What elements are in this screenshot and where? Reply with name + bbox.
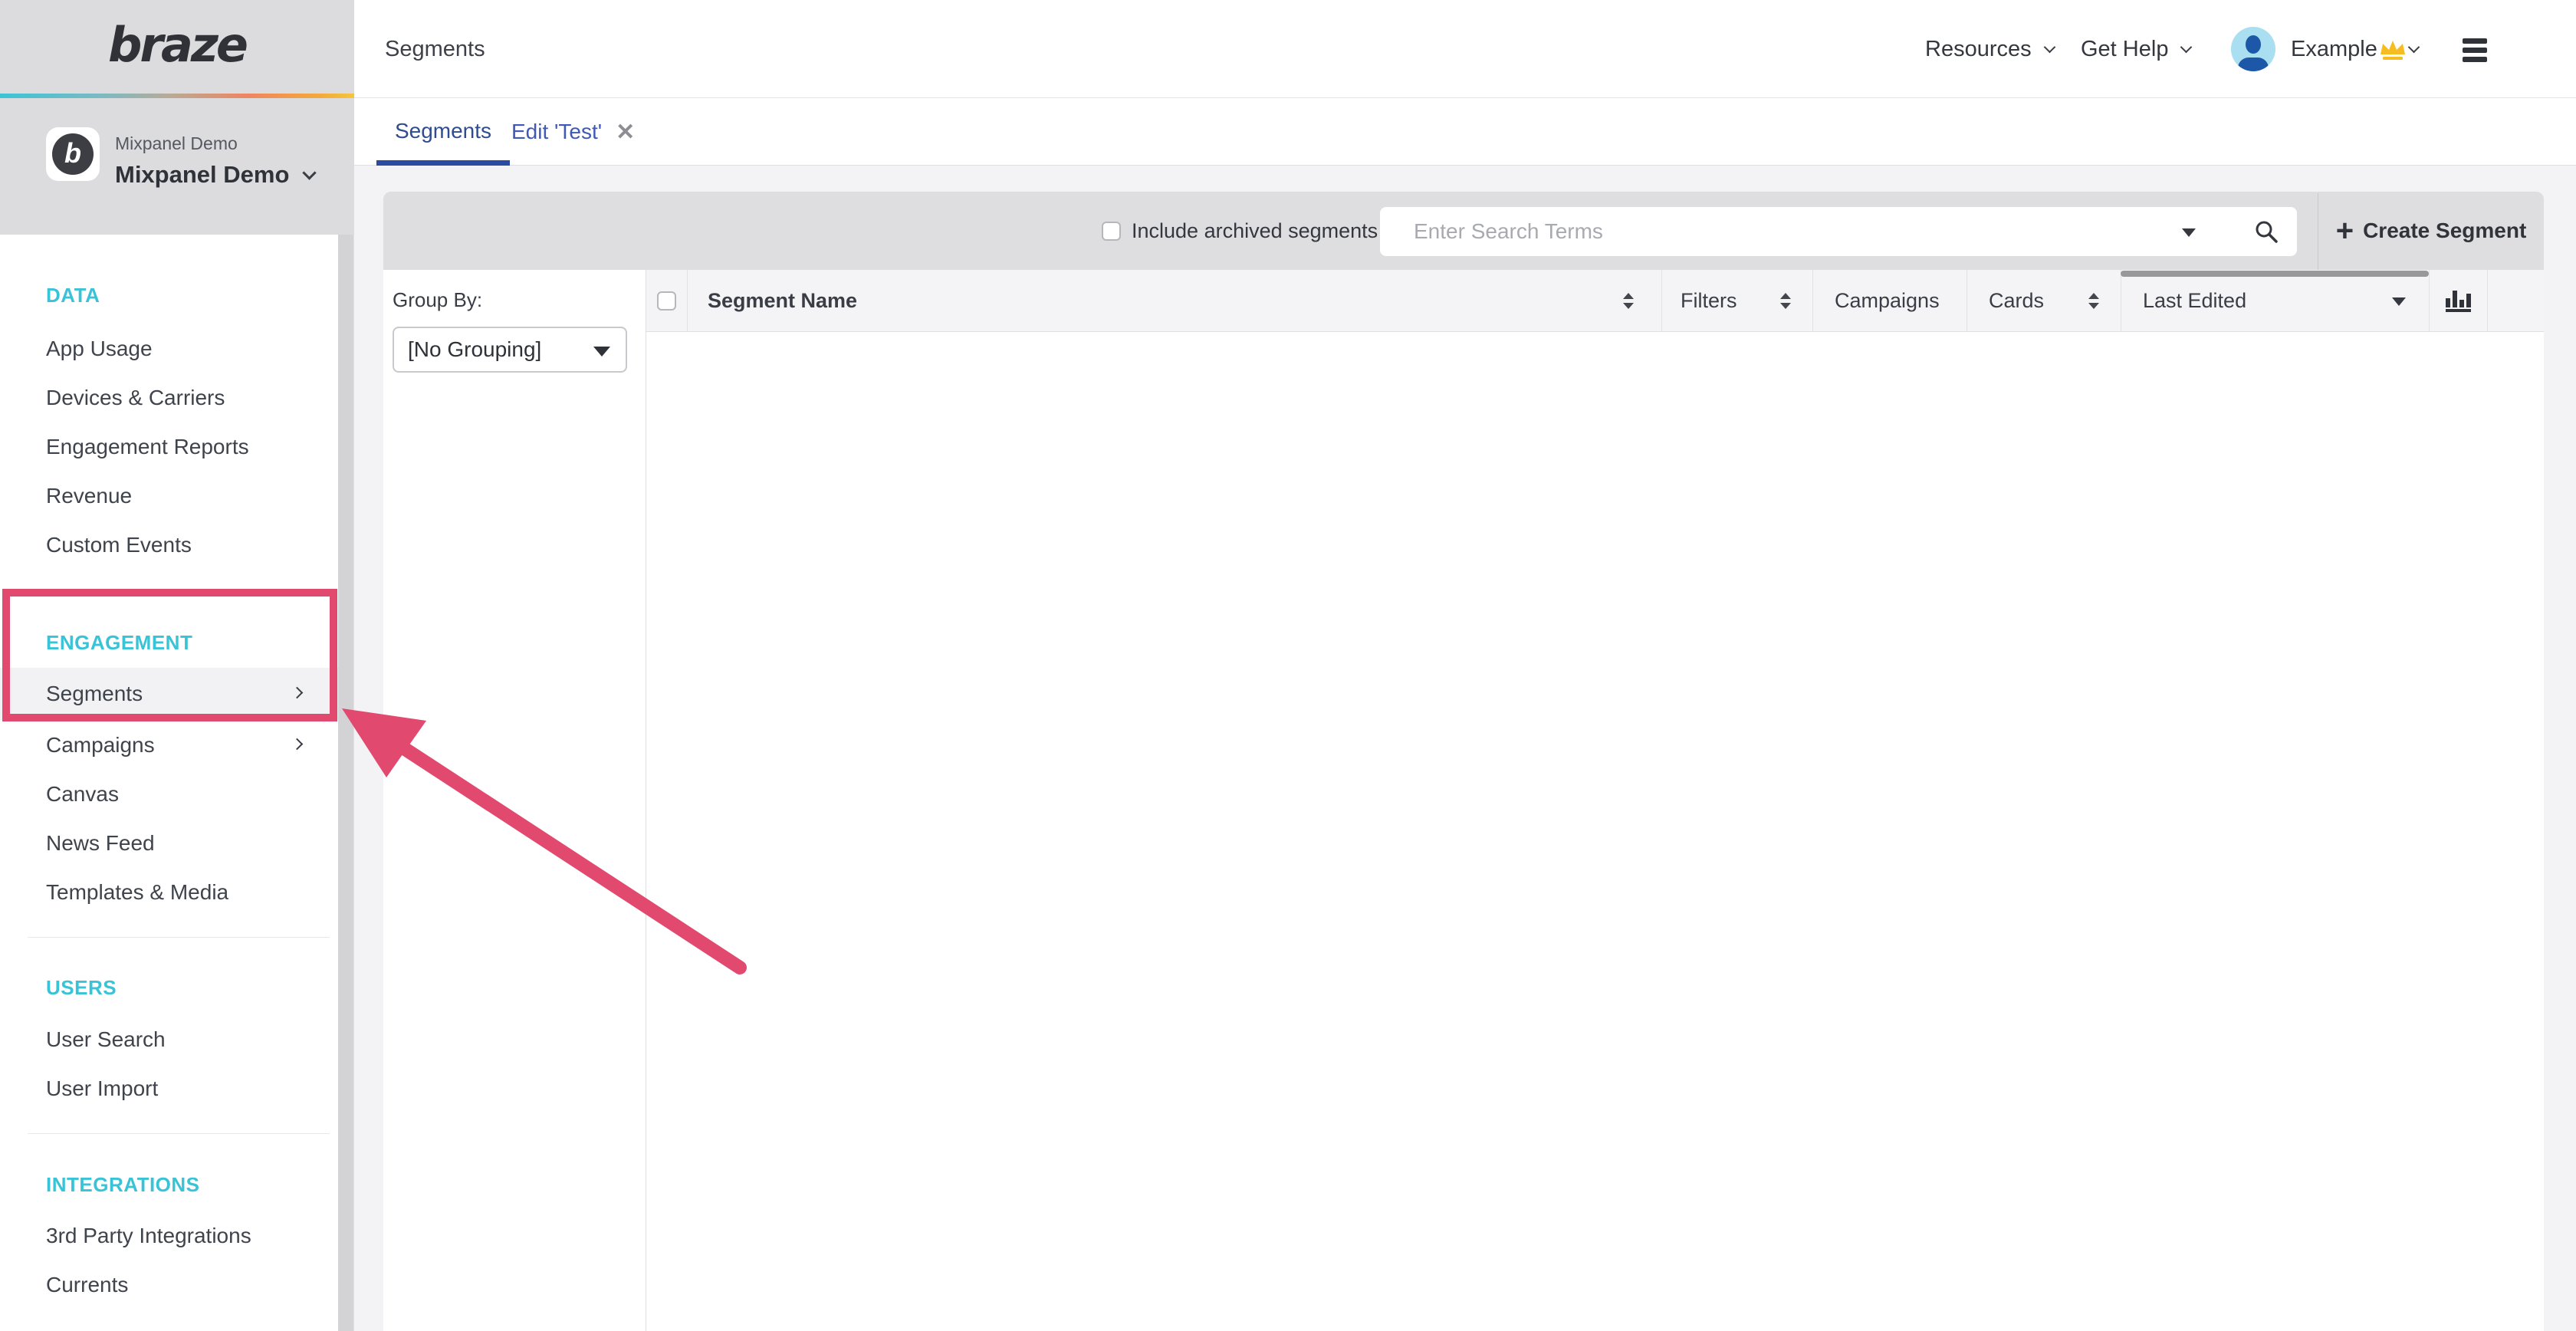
sidebar-item-engagement-reports[interactable]: Engagement Reports bbox=[0, 422, 338, 472]
table-header: Segment Name Filters Campaigns Cards Las… bbox=[646, 270, 2544, 332]
sidebar-item-custom-events[interactable]: Custom Events bbox=[0, 521, 338, 570]
user-menu-caret[interactable] bbox=[2410, 0, 2418, 98]
plus-icon: + bbox=[2336, 215, 2354, 246]
column-label: Last Edited bbox=[2143, 289, 2246, 313]
bar-chart-icon bbox=[2446, 291, 2471, 312]
tab-segments[interactable]: Segments bbox=[376, 98, 510, 166]
sidebar-item-templates-media[interactable]: Templates & Media bbox=[0, 868, 338, 917]
group-by-value: [No Grouping] bbox=[408, 328, 541, 371]
top-header: Segments Resources Get Help Example bbox=[354, 0, 2576, 98]
include-archived-label: Include archived segments bbox=[1132, 192, 1378, 270]
sidebar-item-news-feed[interactable]: News Feed bbox=[0, 819, 338, 868]
group-by-label: Group By: bbox=[393, 288, 482, 312]
page-title: Segments bbox=[385, 0, 485, 98]
chevron-down-icon bbox=[2043, 41, 2055, 53]
chevron-down-icon bbox=[303, 166, 317, 179]
section-title-data: DATA bbox=[46, 271, 100, 320]
chevron-down-icon bbox=[2408, 41, 2420, 53]
sidebar-item-canvas[interactable]: Canvas bbox=[0, 770, 338, 819]
search-dropdown-caret-icon[interactable] bbox=[2182, 228, 2196, 237]
column-last-edited[interactable]: Last Edited bbox=[2121, 270, 2430, 332]
sidebar-item-segments[interactable]: Segments bbox=[0, 668, 338, 720]
sidebar-item-currents[interactable]: Currents bbox=[0, 1260, 338, 1310]
sidebar-item-campaigns[interactable]: Campaigns bbox=[0, 721, 338, 770]
user-menu[interactable]: Example bbox=[2291, 0, 2377, 98]
user-name: Example bbox=[2291, 0, 2377, 98]
group-by-select[interactable]: [No Grouping] bbox=[393, 327, 627, 373]
column-filters[interactable]: Filters bbox=[1662, 270, 1813, 332]
workspace-app-icon: b bbox=[46, 127, 100, 181]
column-label: Cards bbox=[1989, 289, 2044, 313]
close-icon[interactable]: ✕ bbox=[616, 119, 635, 146]
column-label: Filters bbox=[1681, 289, 1737, 313]
tab-label: Segments bbox=[395, 119, 491, 143]
resources-menu[interactable]: Resources bbox=[1925, 0, 2054, 98]
column-label: Segment Name bbox=[708, 289, 857, 313]
create-segment-label: Create Segment bbox=[2363, 219, 2526, 243]
sidebar-item-user-import[interactable]: User Import bbox=[0, 1064, 338, 1113]
sidebar-item-user-search[interactable]: User Search bbox=[0, 1015, 338, 1064]
workspace-name: Mixpanel Demo bbox=[115, 161, 289, 189]
section-title-engagement: ENGAGEMENT bbox=[46, 618, 192, 667]
column-label: Campaigns bbox=[1835, 289, 1940, 313]
column-segment-name[interactable]: Segment Name bbox=[688, 270, 1662, 332]
section-title-integrations: INTEGRATIONS bbox=[46, 1160, 200, 1209]
sidebar-divider bbox=[28, 1133, 330, 1134]
crown-icon bbox=[2378, 40, 2407, 64]
braze-logo: braze bbox=[0, 17, 354, 73]
hamburger-menu-icon[interactable] bbox=[2463, 38, 2487, 66]
sort-icon[interactable] bbox=[1780, 293, 1791, 309]
sort-desc-caret-icon[interactable] bbox=[2392, 297, 2406, 306]
column-empty bbox=[2488, 270, 2543, 332]
chevron-down-icon bbox=[2180, 41, 2193, 53]
tab-edit-test[interactable]: Edit 'Test' ✕ bbox=[511, 98, 635, 166]
avatar-person-icon bbox=[2238, 58, 2269, 71]
column-analytics[interactable] bbox=[2430, 270, 2488, 332]
tab-label: Edit 'Test' bbox=[511, 120, 602, 144]
main-content: Include archived segments + Create Segme… bbox=[354, 166, 2576, 1331]
chevron-right-icon bbox=[291, 687, 304, 699]
section-title-users: USERS bbox=[46, 963, 117, 1012]
sidebar-item-label: Campaigns bbox=[46, 733, 155, 757]
sidebar-item-3rd-party-integrations[interactable]: 3rd Party Integrations bbox=[0, 1211, 338, 1260]
sidebar-item-devices-carriers[interactable]: Devices & Carriers bbox=[0, 373, 338, 422]
sidebar-item-label: Segments bbox=[46, 682, 143, 705]
workspace-company-label: Mixpanel Demo bbox=[115, 133, 238, 154]
horizontal-scrollbar-thumb[interactable] bbox=[2121, 271, 2429, 277]
search-field bbox=[1380, 207, 2297, 256]
sidebar-item-app-usage[interactable]: App Usage bbox=[0, 324, 338, 373]
brand-gradient-bar bbox=[0, 94, 354, 98]
braze-b-icon: b bbox=[52, 133, 94, 175]
group-by-panel: Group By: [No Grouping] bbox=[383, 270, 646, 1331]
table-body bbox=[646, 332, 2544, 1331]
sort-icon[interactable] bbox=[2088, 293, 2099, 309]
sidebar: braze b Mixpanel Demo Mixpanel Demo DATA… bbox=[0, 0, 354, 1331]
sidebar-scrollbar[interactable] bbox=[338, 235, 353, 1331]
dropdown-caret-icon bbox=[593, 347, 610, 357]
avatar-person-icon bbox=[2246, 35, 2261, 54]
get-help-menu[interactable]: Get Help bbox=[2081, 0, 2190, 98]
header-checkbox-cell bbox=[646, 270, 688, 332]
tab-bar: Segments Edit 'Test' ✕ bbox=[354, 98, 2576, 166]
get-help-label: Get Help bbox=[2081, 0, 2168, 98]
chevron-right-icon bbox=[291, 738, 304, 751]
sort-icon[interactable] bbox=[1623, 293, 1634, 309]
select-all-checkbox[interactable] bbox=[657, 291, 676, 311]
search-input[interactable] bbox=[1380, 207, 2185, 256]
avatar[interactable] bbox=[2231, 27, 2275, 71]
column-cards[interactable]: Cards bbox=[1967, 270, 2121, 332]
column-campaigns[interactable]: Campaigns bbox=[1813, 270, 1967, 332]
search-icon[interactable] bbox=[2254, 219, 2279, 248]
sidebar-header: braze b Mixpanel Demo Mixpanel Demo bbox=[0, 0, 354, 235]
include-archived-checkbox[interactable] bbox=[1102, 222, 1121, 241]
resources-label: Resources bbox=[1925, 0, 2032, 98]
create-segment-button[interactable]: + Create Segment bbox=[2318, 192, 2544, 270]
sidebar-item-revenue[interactable]: Revenue bbox=[0, 472, 338, 521]
workspace-selector[interactable]: Mixpanel Demo bbox=[115, 161, 314, 189]
sidebar-divider bbox=[28, 937, 330, 938]
segments-toolbar: Include archived segments + Create Segme… bbox=[383, 192, 2544, 270]
